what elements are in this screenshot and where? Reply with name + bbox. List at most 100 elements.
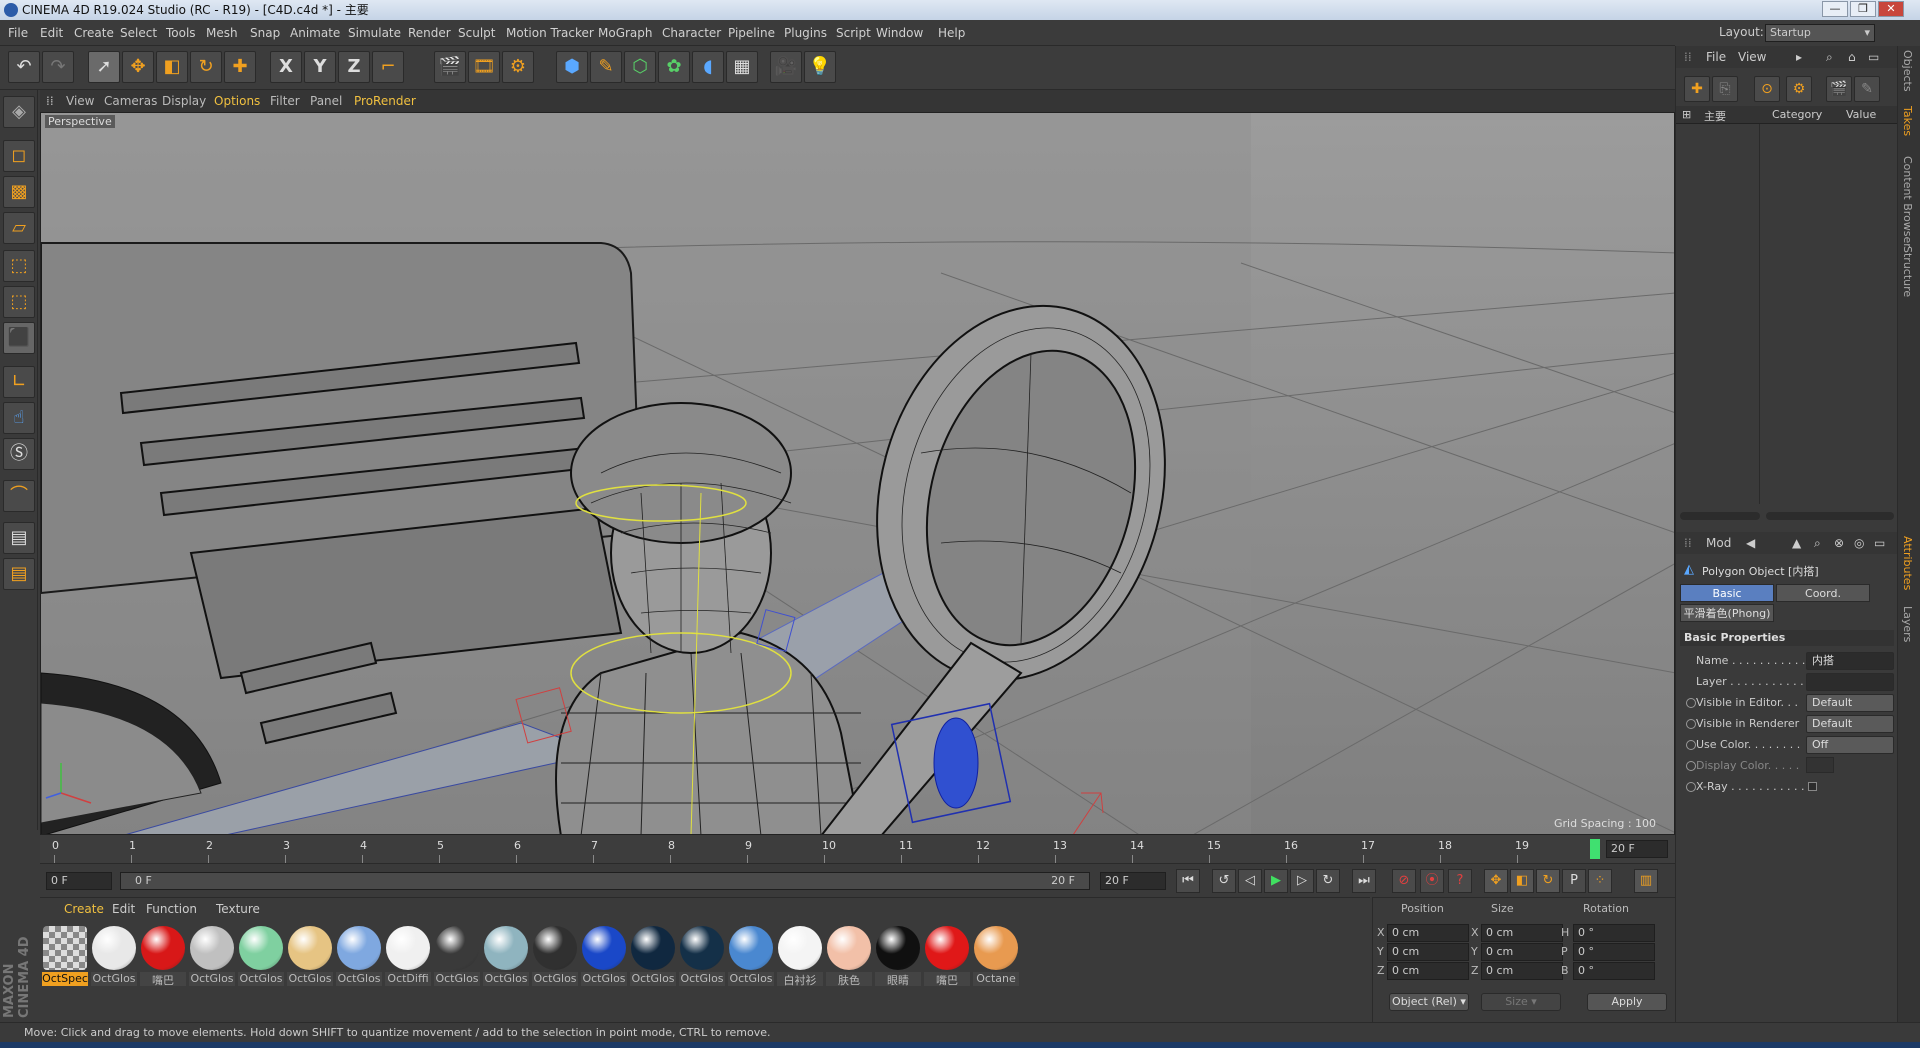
viewport-menu-options[interactable]: Options: [214, 90, 260, 112]
display-color-swatch[interactable]: [1806, 757, 1834, 773]
record-position-icon[interactable]: ✥: [1484, 869, 1508, 893]
lock-icon[interactable]: ⊗: [1834, 536, 1844, 550]
attribute-dropdown[interactable]: Off: [1806, 736, 1894, 754]
material-swatch[interactable]: OctGlos: [91, 926, 137, 986]
model-mode-icon[interactable]: ◻: [3, 140, 35, 172]
animate-radio[interactable]: [1686, 698, 1696, 708]
animate-radio[interactable]: [1686, 740, 1696, 750]
texture-mode-icon[interactable]: ▩: [3, 176, 35, 208]
3d-viewport[interactable]: Perspective Grid Spacing : 100 cm ✥ ⇕ ↻ …: [40, 112, 1675, 835]
animate-radio[interactable]: [1686, 761, 1696, 771]
attribute-input[interactable]: 内搭: [1806, 652, 1894, 670]
minimize-button[interactable]: —: [1822, 1, 1848, 17]
x-axis-icon[interactable]: X: [270, 51, 302, 83]
apply-button[interactable]: Apply: [1587, 993, 1667, 1011]
position-field[interactable]: 0 cm: [1387, 962, 1469, 980]
previous-frame-icon[interactable]: ◁: [1238, 869, 1262, 893]
material-swatch[interactable]: OctGlos: [630, 926, 676, 986]
viewport-menu-panel[interactable]: Panel: [310, 90, 342, 112]
size-mode-dropdown[interactable]: Size ▾: [1481, 993, 1561, 1011]
y-axis-icon[interactable]: Y: [304, 51, 336, 83]
search-icon[interactable]: ⌕: [1814, 536, 1821, 551]
coord-mode-dropdown[interactable]: Object (Rel) ▾: [1389, 993, 1469, 1011]
next-key-icon[interactable]: ↻: [1316, 869, 1340, 893]
material-swatch[interactable]: 眼睛: [875, 926, 921, 986]
camera-label[interactable]: Perspective: [45, 115, 115, 128]
material-menu-function[interactable]: Function: [146, 902, 197, 916]
attribute-dropdown[interactable]: Default: [1806, 694, 1894, 712]
z-axis-icon[interactable]: Z: [338, 51, 370, 83]
menu-motion-tracker[interactable]: Motion Tracker: [506, 20, 594, 46]
menu-script[interactable]: Script: [836, 20, 871, 46]
redo-icon[interactable]: ↷: [42, 51, 74, 83]
dock-tab-attributes[interactable]: Attributes: [1901, 536, 1914, 590]
close-button[interactable]: ✕: [1878, 1, 1904, 17]
keyframe-selection-icon[interactable]: ?: [1448, 869, 1472, 893]
material-swatch[interactable]: OctSpec: [42, 926, 88, 986]
material-swatch[interactable]: Octane: [973, 926, 1019, 986]
override-icon[interactable]: ⊙: [1754, 76, 1780, 102]
snap-icon[interactable]: ⌒: [3, 480, 35, 512]
deformer-icon[interactable]: ◖: [692, 51, 724, 83]
new-window-icon[interactable]: ▭: [1874, 536, 1885, 550]
menu-arrow-icon[interactable]: ▸: [1796, 50, 1802, 64]
rotation-field[interactable]: 0 °: [1573, 943, 1655, 961]
material-swatch[interactable]: 嘴巴: [924, 926, 970, 986]
tab-basic[interactable]: Basic: [1680, 584, 1774, 602]
menu-render[interactable]: Render: [408, 20, 451, 46]
timeline-window-icon[interactable]: ▥: [1634, 869, 1658, 893]
play-forward-icon[interactable]: ▶: [1264, 869, 1288, 893]
material-menu-create[interactable]: Create: [64, 902, 104, 916]
menu-create[interactable]: Create: [74, 20, 114, 46]
menu-pipeline[interactable]: Pipeline: [728, 20, 775, 46]
material-swatch[interactable]: OctGlos: [238, 926, 284, 986]
locked-workplane-icon[interactable]: ▤: [3, 522, 35, 554]
record-point-level-icon[interactable]: ⁘: [1588, 869, 1612, 893]
takes-scrollbar[interactable]: [1680, 512, 1760, 520]
camera-icon[interactable]: 🎥: [770, 51, 802, 83]
go-to-end-icon[interactable]: ⏭: [1352, 869, 1376, 893]
material-swatch[interactable]: OctGlos: [728, 926, 774, 986]
workplane-mode-icon[interactable]: ▱: [3, 212, 35, 244]
record-active-objects-icon[interactable]: ⊘: [1392, 869, 1416, 893]
material-swatch[interactable]: 白衬衫: [777, 926, 823, 986]
viewport-menu-prorender[interactable]: ProRender: [354, 90, 416, 112]
material-swatch[interactable]: OctGlos: [532, 926, 578, 986]
xray-checkbox[interactable]: [1808, 782, 1817, 791]
menu-sculpt[interactable]: Sculpt: [458, 20, 495, 46]
expand-icon[interactable]: ⊞: [1682, 108, 1691, 121]
add-take-icon[interactable]: ✚: [1684, 76, 1710, 102]
material-swatch[interactable]: OctGlos: [189, 926, 235, 986]
auto-take-icon[interactable]: ⚙: [1786, 76, 1812, 102]
position-field[interactable]: 0 cm: [1387, 943, 1469, 961]
tweak-mode-icon[interactable]: ☝: [3, 402, 35, 434]
menu-tools[interactable]: Tools: [166, 20, 196, 46]
size-field[interactable]: 0 cm: [1481, 924, 1563, 942]
animate-radio[interactable]: [1686, 782, 1696, 792]
size-field[interactable]: 0 cm: [1481, 943, 1563, 961]
material-swatch[interactable]: 肤色: [826, 926, 872, 986]
material-swatch[interactable]: OctDiffi: [385, 926, 431, 986]
material-swatch[interactable]: OctGlos: [287, 926, 333, 986]
render-picture-viewer-icon[interactable]: 🎞: [468, 51, 500, 83]
menu-file[interactable]: File: [8, 20, 28, 46]
solo-icon[interactable]: Ⓢ: [3, 438, 35, 470]
up-arrow-icon[interactable]: ▲: [1792, 536, 1801, 550]
tab-coord[interactable]: Coord.: [1776, 584, 1870, 602]
undo-icon[interactable]: ↶: [8, 51, 40, 83]
frame-range-slider[interactable]: 0 F 20 F: [120, 872, 1090, 890]
viewport-menu-cameras[interactable]: Cameras: [104, 90, 157, 112]
material-swatch[interactable]: OctGlos: [581, 926, 627, 986]
array-icon[interactable]: ✿: [658, 51, 690, 83]
subdivision-icon[interactable]: ⬡: [624, 51, 656, 83]
playhead-marker[interactable]: [1590, 839, 1600, 859]
menu-plugins[interactable]: Plugins: [784, 20, 827, 46]
material-menu-edit[interactable]: Edit: [112, 902, 135, 916]
dock-tab-structure[interactable]: Structure: [1901, 246, 1914, 297]
menu-edit[interactable]: Edit: [40, 20, 63, 46]
live-selection-icon[interactable]: ➚: [88, 51, 120, 83]
material-menu-texture[interactable]: Texture: [216, 902, 260, 916]
dock-tab-takes[interactable]: Takes: [1901, 106, 1914, 136]
attribute-dropdown[interactable]: Default: [1806, 715, 1894, 733]
coordinate-system-icon[interactable]: ⌐: [372, 51, 404, 83]
